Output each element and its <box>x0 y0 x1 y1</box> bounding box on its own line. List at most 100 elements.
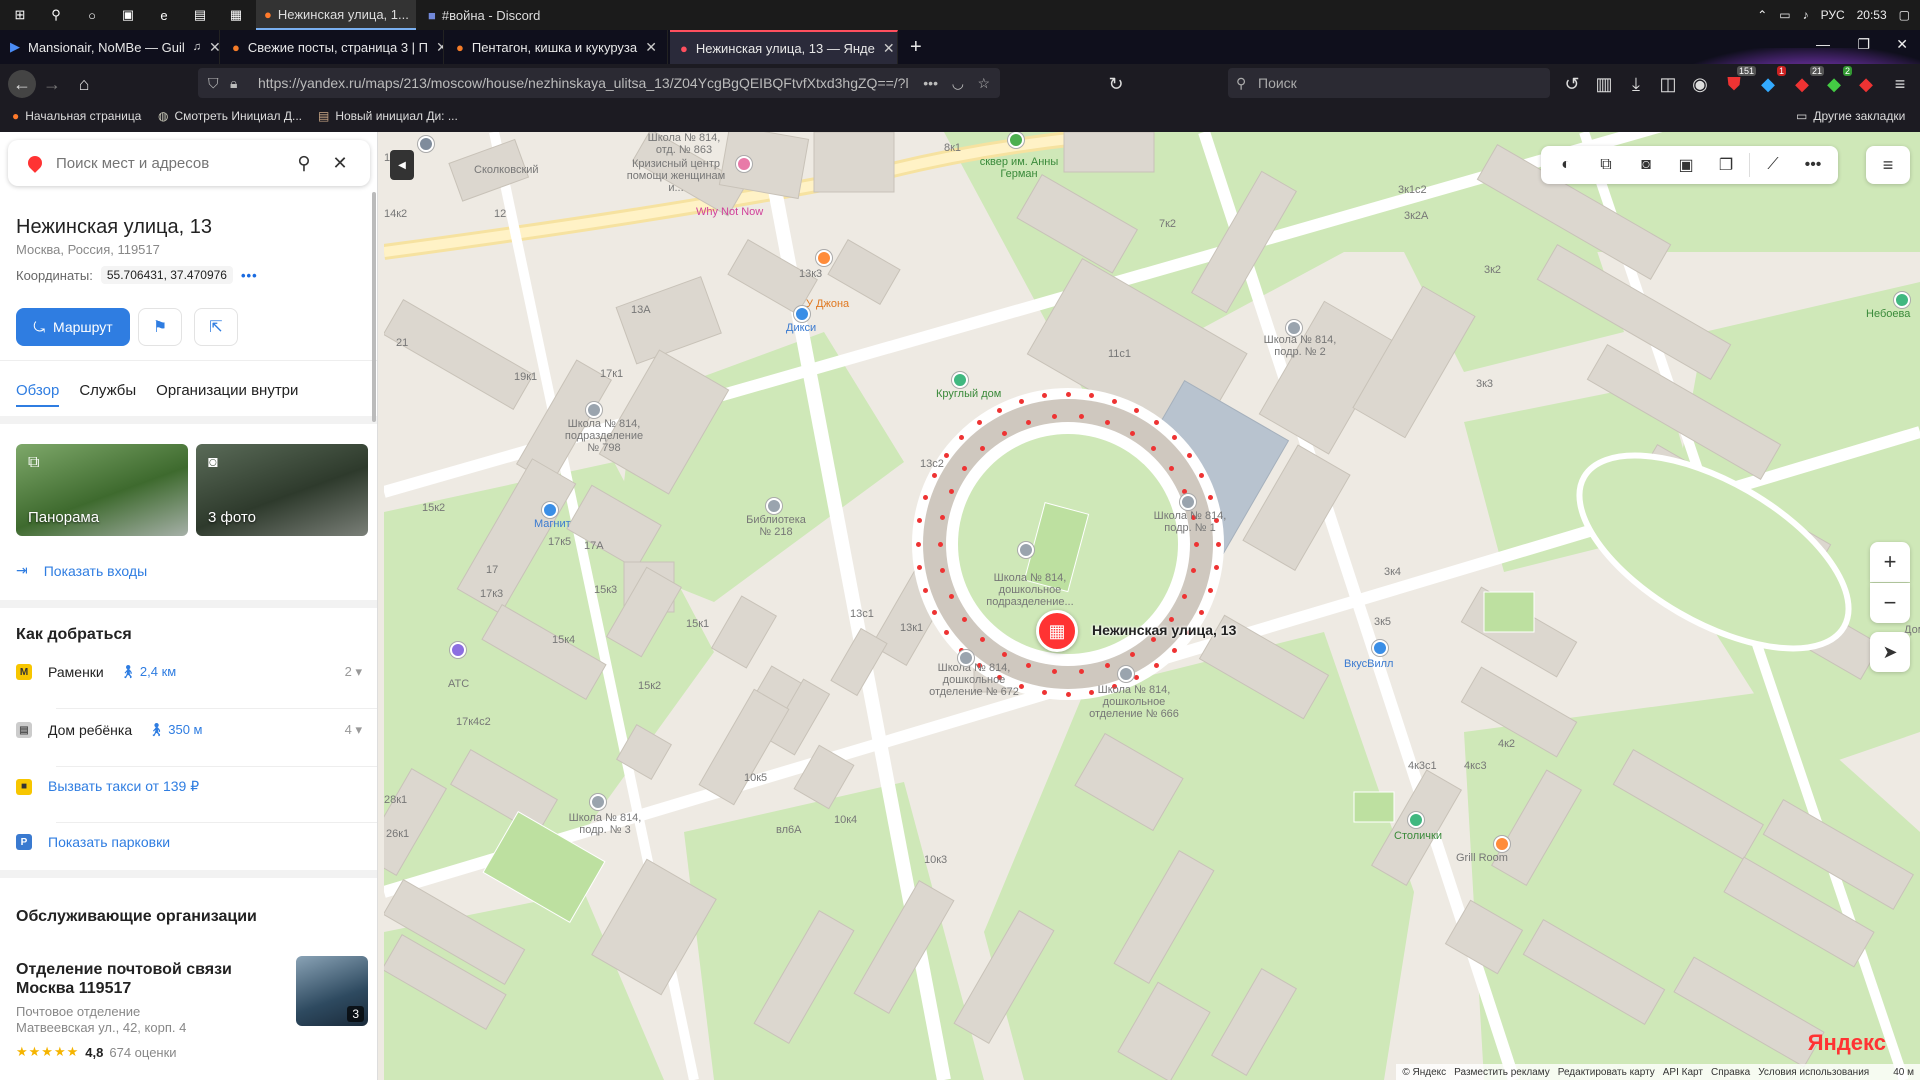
poi-label[interactable]: Школа № 814, подр. № 1 <box>1150 510 1230 534</box>
poi-label[interactable]: Магнит <box>534 518 571 530</box>
poi-pin[interactable] <box>1372 640 1388 656</box>
entrance-dot[interactable] <box>1169 616 1175 622</box>
poi-label[interactable]: Столички <box>1394 830 1442 842</box>
clock[interactable]: 20:53 <box>1857 8 1887 22</box>
zoom-in-button[interactable]: + <box>1870 542 1910 582</box>
volume-icon[interactable]: ♪ <box>1803 8 1809 22</box>
poi-pin[interactable] <box>1408 812 1424 828</box>
show-entrances-link[interactable]: ⇥ Показать входы <box>16 562 147 579</box>
history-icon[interactable]: ↺ <box>1560 72 1584 96</box>
windows-start-icon[interactable]: ⊞ <box>0 0 40 30</box>
route-count[interactable]: 4 ▾ <box>345 722 362 738</box>
tab-youtube[interactable]: ▶ Mansionair, NoMBe — Guil ♫ ✕ <box>0 30 220 64</box>
poi-label[interactable]: АТС <box>448 678 469 690</box>
poi-label[interactable]: У Джона <box>806 298 849 310</box>
layers-icon[interactable]: ◐ <box>1549 150 1583 180</box>
lock-icon[interactable]: 🔒︎ <box>230 75 237 92</box>
bookmark-star-icon[interactable]: ☆ <box>977 75 990 92</box>
entrance-dot[interactable] <box>1129 430 1135 436</box>
other-bookmarks[interactable]: ▭ Другие закладки <box>1796 109 1905 123</box>
poi-label[interactable]: Школа № 814, дошкольное подразделение... <box>982 572 1078 608</box>
search-input[interactable] <box>56 154 286 172</box>
new-tab-button[interactable]: + <box>900 30 934 64</box>
poi-pin[interactable] <box>816 250 832 266</box>
entrance-dot[interactable] <box>1001 430 1007 436</box>
poi-pin[interactable] <box>1008 132 1024 148</box>
poi-pin[interactable] <box>418 136 434 152</box>
tab-pikabu-2[interactable]: ● Пентагон, кишка и кукуруза ✕ <box>446 30 668 64</box>
browser-search-box[interactable]: ⚲ Поиск <box>1228 68 1550 98</box>
poi-pin[interactable] <box>1286 320 1302 336</box>
task-view-icon[interactable]: ▣ <box>108 0 148 30</box>
extension-ublock-icon[interactable]: ⛊ 151 <box>1722 66 1756 96</box>
cortana-icon[interactable]: ○ <box>72 0 112 30</box>
close-icon[interactable]: ✕ <box>322 145 358 181</box>
store-icon[interactable]: ▦ <box>216 0 256 30</box>
extension-icon[interactable]: ◆ <box>1854 72 1878 96</box>
coordinates-value[interactable]: 55.706431, 37.470976 <box>100 266 233 284</box>
entrance-dot[interactable] <box>1153 420 1159 426</box>
poi-label[interactable]: Библиотека № 218 <box>746 514 806 538</box>
house-marker[interactable]: ▦ <box>1036 610 1078 652</box>
entrance-dot[interactable] <box>944 629 950 635</box>
url-bar[interactable]: ⛉ 🔒︎ https://yandex.ru/maps/213/moscow/h… <box>198 68 1000 98</box>
poi-label[interactable]: Небоева <box>1866 308 1910 320</box>
share-button[interactable]: ⇱ <box>194 308 238 346</box>
minimize-icon[interactable]: — <box>1816 36 1830 52</box>
camera-icon[interactable]: ◙ <box>1629 150 1663 180</box>
map-type-icon[interactable]: ❐ <box>1709 150 1743 180</box>
more-icon[interactable]: ••• <box>1796 150 1830 180</box>
extension-icon[interactable]: ◆ 21 <box>1790 66 1824 96</box>
poi-pin[interactable] <box>1494 836 1510 852</box>
entrance-dot[interactable] <box>1171 647 1177 653</box>
bookmark-item[interactable]: ◍ Смотреть Инициал Д... <box>158 109 302 123</box>
panorama-thumbnail[interactable]: ⧉ Панорама <box>16 444 188 536</box>
page-actions-icon[interactable]: ••• <box>923 75 938 91</box>
entrance-dot[interactable] <box>1065 691 1071 697</box>
entrance-dot[interactable] <box>915 541 921 547</box>
entrance-dot[interactable] <box>922 495 928 501</box>
panorama-icon[interactable]: ⧉ <box>1589 150 1623 180</box>
poi-label[interactable]: сквер им. Анны Герман <box>979 156 1059 180</box>
poi-label[interactable]: Школа № 814, подр. № 3 <box>560 812 650 836</box>
entrance-dot[interactable] <box>1129 652 1135 658</box>
extension-icon[interactable]: ◆ 1 <box>1756 66 1786 96</box>
poi-label[interactable]: Grill Room <box>1456 852 1508 864</box>
poi-label[interactable]: ВкусВилл <box>1344 658 1393 670</box>
back-icon[interactable]: ← <box>8 70 36 98</box>
poi-label[interactable]: Школа № 814, дошкольное отделение № 666 <box>1084 684 1184 720</box>
taskbar-firefox[interactable]: ● Нежинская улица, 1... <box>256 0 416 30</box>
search-icon[interactable]: ⚲ <box>36 0 76 30</box>
entrance-dot[interactable] <box>1065 391 1071 397</box>
entrance-dot[interactable] <box>1215 541 1221 547</box>
close-icon[interactable]: ✕ <box>883 40 895 57</box>
poi-label[interactable]: Школа № 814, дошкольное отделение № 672 <box>924 662 1024 698</box>
poi-label[interactable]: Школа № 814, подр. № 2 <box>1260 334 1340 358</box>
entrance-dot[interactable] <box>948 593 954 599</box>
collapse-panel-button[interactable]: ◀ <box>390 150 414 180</box>
entrance-dot[interactable] <box>979 636 985 642</box>
entrance-dot[interactable] <box>1001 652 1007 658</box>
entrance-dot[interactable] <box>1199 609 1205 615</box>
entrance-dot[interactable] <box>1019 398 1025 404</box>
forward-icon[interactable]: → <box>40 72 64 96</box>
bookmark-item[interactable]: ▤ Новый инициал Ди: ... <box>318 109 458 123</box>
poi-label[interactable]: Круглый дом <box>936 388 1001 400</box>
entrance-dot[interactable] <box>1025 419 1031 425</box>
entrance-dot[interactable] <box>1111 398 1117 404</box>
home-icon[interactable]: ⌂ <box>72 72 96 96</box>
entrance-dot[interactable] <box>1133 407 1139 413</box>
poi-pin[interactable] <box>1118 666 1134 682</box>
entrance-dot[interactable] <box>1078 668 1084 674</box>
poi-pin[interactable] <box>794 306 810 322</box>
notification-icon[interactable]: ▢ <box>1899 8 1910 22</box>
close-icon[interactable]: ✕ <box>209 39 219 56</box>
account-icon[interactable]: ◉ <box>1688 72 1712 96</box>
poi-label[interactable]: Дикси <box>786 322 816 334</box>
tab-orgs-inside[interactable]: Организации внутри <box>156 382 298 407</box>
poi-pin[interactable] <box>1180 494 1196 510</box>
route-count[interactable]: 2 ▾ <box>345 664 362 680</box>
org-photo[interactable]: 3 <box>296 956 368 1026</box>
reload-icon[interactable]: ↻ <box>1104 72 1128 96</box>
bookmark-button[interactable]: ⚑ <box>138 308 182 346</box>
